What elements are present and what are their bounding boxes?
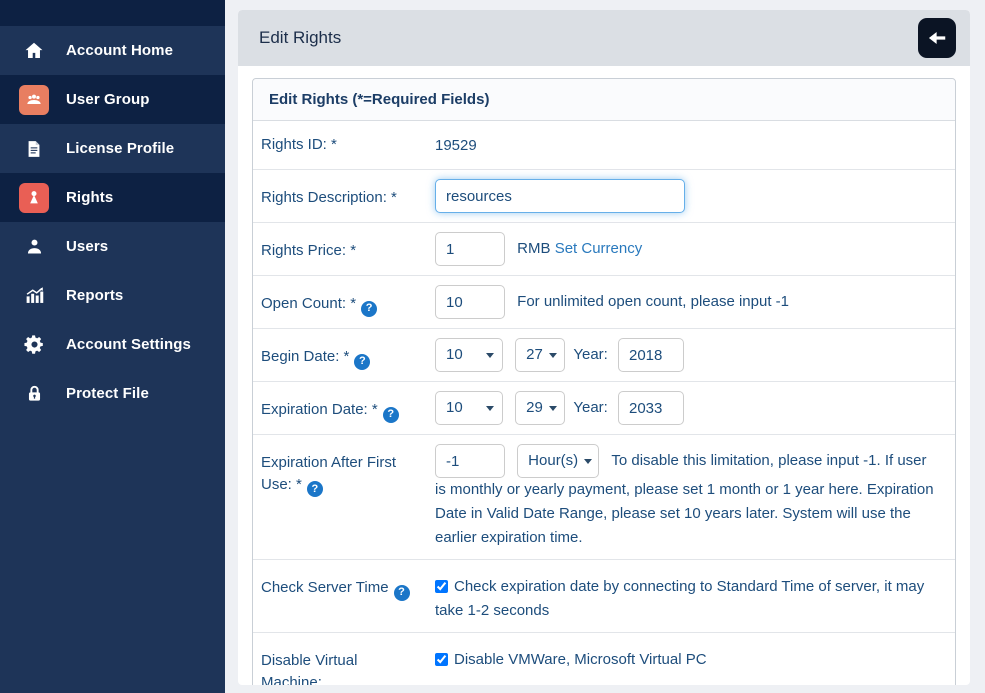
rights-description-input[interactable] — [435, 179, 685, 213]
expiration-year-input[interactable] — [618, 391, 684, 425]
sidebar-item-label: Reports — [66, 287, 123, 304]
gear-icon — [19, 330, 49, 360]
main-content: Edit Rights Edit Rights (*=Required Fiel… — [225, 0, 985, 693]
form-row-rights-id: Rights ID: * 19529 — [253, 121, 955, 170]
help-icon[interactable]: ? — [361, 301, 377, 317]
check-server-time-checkbox[interactable] — [435, 580, 448, 593]
chevron-down-icon — [549, 353, 557, 358]
begin-month-select[interactable]: 10 — [435, 338, 503, 372]
rights-pawn-icon — [19, 183, 49, 213]
disable-vm-hint: Disable VMWare, Microsoft Virtual PC — [454, 651, 707, 668]
chevron-down-icon — [584, 459, 592, 464]
rights-description-label: Rights Description: * — [261, 179, 435, 213]
sidebar-item-users[interactable]: Users — [0, 222, 225, 271]
sidebar-item-label: Account Home — [66, 42, 173, 59]
sidebar-item-account-home[interactable]: Account Home — [0, 26, 225, 75]
sidebar-item-label: License Profile — [66, 140, 174, 157]
expiration-day-select[interactable]: 29 — [515, 391, 565, 425]
expiration-date-label: Expiration Date: *? — [261, 391, 435, 425]
open-count-label: Open Count: *? — [261, 285, 435, 319]
form-row-open-count: Open Count: *? For unlimited open count,… — [253, 276, 955, 329]
panel-title: Edit Rights (*=Required Fields) — [253, 79, 955, 121]
sidebar-item-account-settings[interactable]: Account Settings — [0, 320, 225, 369]
sidebar-item-protect-file[interactable]: Protect File — [0, 369, 225, 418]
sidebar-item-label: User Group — [66, 91, 150, 108]
back-button[interactable] — [918, 18, 956, 58]
rights-price-input[interactable] — [435, 232, 505, 266]
help-icon[interactable]: ? — [383, 407, 399, 423]
edit-rights-panel: Edit Rights (*=Required Fields) Rights I… — [252, 78, 956, 685]
sidebar-item-user-group[interactable]: User Group — [0, 75, 225, 124]
sidebar-item-label: Protect File — [66, 385, 149, 402]
sidebar-item-label: Account Settings — [66, 336, 191, 353]
begin-date-label: Begin Date: *? — [261, 338, 435, 372]
open-count-hint: For unlimited open count, please input -… — [517, 293, 789, 310]
expiration-month-select[interactable]: 10 — [435, 391, 503, 425]
sidebar-item-rights[interactable]: Rights — [0, 173, 225, 222]
set-currency-link[interactable]: Set Currency — [555, 240, 643, 257]
currency-unit: RMB — [517, 240, 550, 257]
disable-vm-checkbox[interactable] — [435, 653, 448, 666]
user-group-icon — [19, 85, 49, 115]
sidebar-item-label: Users — [66, 238, 108, 255]
form-row-check-server-time: Check Server Time? Check expiration date… — [253, 560, 955, 633]
chevron-down-icon — [549, 406, 557, 411]
form-row-begin-date: Begin Date: *? 10 27 Year: — [253, 329, 955, 382]
sidebar-item-reports[interactable]: Reports — [0, 271, 225, 320]
chevron-down-icon — [486, 353, 494, 358]
card-header: Edit Rights — [238, 10, 970, 66]
bar-chart-icon — [19, 281, 49, 311]
disable-vm-label: Disable Virtual Machine: — [261, 642, 411, 685]
form-row-rights-description: Rights Description: * — [253, 170, 955, 223]
begin-year-input[interactable] — [618, 338, 684, 372]
help-icon[interactable]: ? — [354, 354, 370, 370]
license-profile-icon — [19, 134, 49, 164]
lock-icon — [19, 379, 49, 409]
expiration-year-label: Year: — [573, 399, 607, 416]
form-row-disable-virtual-machine: Disable Virtual Machine: Disable VMWare,… — [253, 633, 955, 685]
help-icon[interactable]: ? — [394, 585, 410, 601]
user-icon — [19, 232, 49, 262]
sidebar-top-strip — [0, 0, 225, 26]
back-arrow-icon — [926, 27, 948, 49]
chevron-down-icon — [486, 406, 494, 411]
form-row-rights-price: Rights Price: * RMB Set Currency — [253, 223, 955, 276]
card-body: Edit Rights (*=Required Fields) Rights I… — [238, 66, 970, 685]
expiration-after-first-use-label: Expiration After First Use: *? — [261, 444, 435, 550]
begin-day-select[interactable]: 27 — [515, 338, 565, 372]
rights-id-value: 19529 — [435, 130, 939, 160]
rights-id-label: Rights ID: * — [261, 130, 435, 160]
rights-price-label: Rights Price: * — [261, 232, 435, 266]
help-icon[interactable]: ? — [307, 481, 323, 497]
expiration-after-first-use-hint: To disable this limitation, please input… — [435, 452, 934, 546]
check-server-time-label: Check Server Time? — [261, 569, 435, 623]
sidebar: Account Home User Group License Profile — [0, 0, 225, 693]
sidebar-item-label: Rights — [66, 189, 113, 206]
home-icon — [19, 36, 49, 66]
form-row-expiration-date: Expiration Date: *? 10 29 Year: — [253, 382, 955, 435]
form-row-expiration-after-first-use: Expiration After First Use: *? Hour(s) T… — [253, 435, 955, 560]
open-count-input[interactable] — [435, 285, 505, 319]
expiration-unit-dropdown[interactable]: Hour(s) — [517, 444, 599, 478]
sidebar-item-license-profile[interactable]: License Profile — [0, 124, 225, 173]
begin-year-label: Year: — [573, 346, 607, 363]
check-server-time-hint: Check expiration date by connecting to S… — [435, 578, 924, 619]
page-title: Edit Rights — [259, 28, 341, 48]
edit-rights-card: Edit Rights Edit Rights (*=Required Fiel… — [238, 10, 970, 685]
expiration-after-first-use-input[interactable] — [435, 444, 505, 478]
